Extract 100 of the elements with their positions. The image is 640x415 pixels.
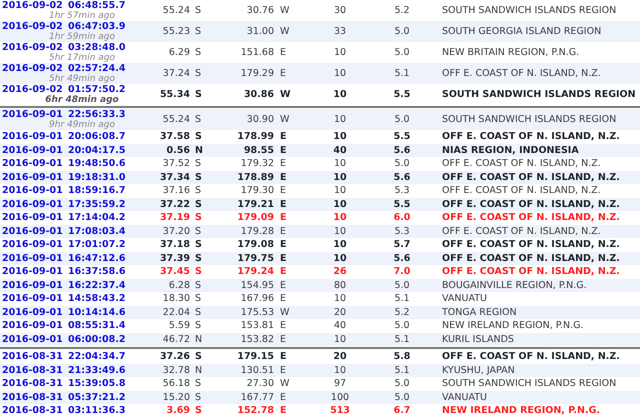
date-link[interactable]: 2016-08-31 [0, 405, 63, 415]
time-link[interactable]: 01:57:50.2 [68, 84, 126, 95]
magnitude: 6.0 [394, 212, 410, 224]
date-link[interactable]: 2016-09-01 [0, 158, 63, 170]
longitude: 130.51 [240, 364, 274, 376]
longitude: 178.89 [237, 172, 274, 183]
date-link[interactable]: 2016-09-01 [0, 226, 63, 237]
elapsed-time: 1hr 57min ago [48, 11, 115, 21]
time-link[interactable]: 17:08:03.4 [68, 226, 126, 237]
date-link[interactable]: 2016-09-01 [0, 334, 63, 345]
magnitude: 5.2 [394, 306, 410, 318]
longitude: 179.15 [237, 351, 274, 362]
latitude-hemisphere: S [194, 47, 202, 58]
time-link[interactable]: 02:57:24.4 [68, 63, 126, 74]
time-link[interactable]: 14:58:43.2 [68, 293, 126, 304]
time-link[interactable]: 16:47:12.6 [68, 252, 126, 264]
time-link[interactable]: 06:48:55.7 [68, 0, 126, 11]
region: KURIL ISLANDS [441, 334, 514, 345]
date-link[interactable]: 2016-09-01 [0, 198, 63, 210]
magnitude: 5.5 [394, 89, 410, 100]
magnitude: 5.2 [394, 5, 410, 16]
date-link[interactable]: 2016-09-01 [0, 252, 63, 264]
latitude: 32.78 [162, 364, 190, 376]
date-link[interactable]: 2016-09-02 [0, 21, 63, 32]
date-link[interactable]: 2016-09-01 [0, 320, 63, 332]
time-link[interactable]: 05:37:21.2 [68, 392, 126, 403]
time-link[interactable]: 03:28:48.0 [68, 42, 126, 53]
time-link[interactable]: 06:47:03.9 [68, 21, 126, 32]
time-link[interactable]: 20:04:17.5 [68, 144, 126, 156]
latitude-hemisphere: S [194, 351, 202, 362]
latitude: 37.16 [162, 185, 190, 196]
region: SOUTH GEORGIA ISLAND REGION [441, 26, 602, 37]
longitude: 179.28 [240, 226, 274, 237]
region: OFF E. COAST OF N. ISLAND, N.Z. [441, 239, 620, 250]
time-link[interactable]: 17:35:59.2 [68, 198, 126, 210]
magnitude: 5.0 [394, 392, 410, 403]
date-link[interactable]: 2016-08-31 [0, 392, 63, 403]
time-link[interactable]: 18:59:16.7 [68, 185, 126, 196]
longitude-hemisphere: E [279, 405, 286, 415]
latitude-hemisphere: S [194, 293, 202, 304]
date-link[interactable]: 2016-09-02 [0, 63, 63, 74]
latitude: 0.56 [166, 144, 190, 156]
time-link[interactable]: 21:33:49.6 [68, 364, 126, 376]
latitude-hemisphere: S [194, 306, 202, 318]
time-link[interactable]: 16:22:37.4 [68, 280, 126, 291]
date-link[interactable]: 2016-09-01 [0, 172, 63, 183]
date-link[interactable]: 2016-09-01 [0, 131, 63, 142]
time-link[interactable]: 06:00:08.2 [68, 334, 126, 345]
date-link[interactable]: 2016-09-01 [0, 306, 63, 318]
elapsed-time: 9hr 49min ago [48, 120, 115, 130]
depth: 30 [334, 5, 346, 16]
date-link[interactable]: 2016-08-31 [0, 378, 63, 390]
latitude: 55.24 [162, 5, 190, 16]
time-link[interactable]: 15:39:05.8 [68, 378, 126, 390]
date-link[interactable]: 2016-09-01 [0, 280, 63, 291]
magnitude: 5.0 [394, 378, 410, 390]
time-link[interactable]: 22:04:34.7 [68, 351, 126, 362]
time-link[interactable]: 20:06:08.7 [68, 131, 126, 142]
latitude-hemisphere: S [194, 252, 202, 264]
depth: 10 [333, 89, 347, 100]
magnitude: 5.7 [394, 239, 410, 250]
time-link[interactable]: 17:01:07.2 [68, 239, 126, 250]
date-link[interactable]: 2016-09-01 [0, 266, 63, 278]
time-link[interactable]: 16:37:58.6 [68, 266, 126, 278]
latitude: 15.20 [162, 392, 190, 403]
time-link[interactable]: 19:18:31.0 [68, 172, 126, 183]
date-link[interactable]: 2016-09-01 [0, 239, 63, 250]
latitude: 37.58 [160, 131, 190, 142]
date-link[interactable]: 2016-09-02 [0, 42, 63, 53]
time-link[interactable]: 17:14:04.2 [68, 212, 126, 224]
time-link[interactable]: 22:56:33.3 [68, 109, 126, 120]
latitude: 37.19 [160, 212, 190, 224]
magnitude: 5.1 [394, 364, 410, 376]
region: OFF E. COAST OF N. ISLAND, N.Z. [441, 266, 620, 278]
longitude-hemisphere: E [279, 392, 286, 403]
latitude: 37.18 [160, 239, 190, 250]
date-link[interactable]: 2016-08-31 [0, 364, 63, 376]
time-link[interactable]: 10:14:14.6 [68, 306, 126, 318]
region: OFF E. COAST OF N. ISLAND, N.Z. [441, 158, 601, 170]
date-link[interactable]: 2016-09-01 [0, 109, 63, 120]
longitude: 179.09 [237, 212, 274, 224]
longitude: 178.99 [237, 131, 274, 142]
magnitude: 5.8 [394, 351, 410, 362]
date-link[interactable]: 2016-09-01 [0, 293, 63, 304]
date-link[interactable]: 2016-09-01 [0, 185, 63, 196]
date-link[interactable]: 2016-09-02 [0, 0, 63, 11]
time-link[interactable]: 08:55:31.4 [68, 320, 126, 332]
date-link[interactable]: 2016-09-02 [0, 84, 63, 95]
date-link[interactable]: 2016-09-01 [0, 212, 63, 224]
depth: 10 [334, 185, 346, 196]
longitude-hemisphere: E [279, 252, 286, 264]
time-link[interactable]: 03:11:36.3 [68, 405, 126, 415]
longitude-hemisphere: E [279, 334, 286, 345]
date-link[interactable]: 2016-09-01 [0, 144, 63, 156]
latitude: 5.59 [168, 320, 190, 332]
latitude-hemisphere: S [194, 392, 202, 403]
date-link[interactable]: 2016-08-31 [0, 351, 63, 362]
longitude: 167.96 [240, 293, 274, 304]
region: NEW BRITAIN REGION, P.N.G. [441, 47, 580, 58]
time-link[interactable]: 19:48:50.6 [68, 158, 126, 170]
